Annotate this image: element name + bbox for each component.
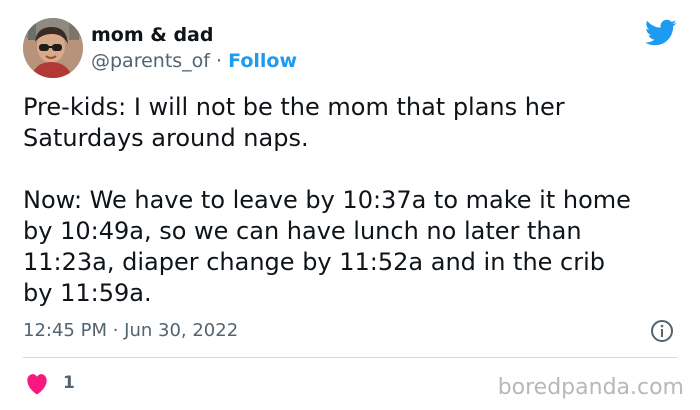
timestamp[interactable]: 12:45 PM · Jun 30, 2022 xyxy=(23,318,238,344)
separator-dot: · xyxy=(216,50,223,72)
info-icon[interactable] xyxy=(650,319,674,343)
handle-row: @parents_of · Follow xyxy=(91,48,297,74)
display-name[interactable]: mom & dad xyxy=(91,22,213,48)
avatar[interactable] xyxy=(23,18,83,78)
watermark: boredpanda.com xyxy=(497,375,684,400)
divider xyxy=(23,357,677,358)
heart-icon[interactable] xyxy=(25,373,49,395)
twitter-bird-icon[interactable] xyxy=(645,19,677,47)
handle[interactable]: @parents_of xyxy=(91,50,210,72)
follow-button[interactable]: Follow xyxy=(228,50,297,72)
tweet-text: Pre-kids: I will not be the mom that pla… xyxy=(23,93,631,307)
like-count[interactable]: 1 xyxy=(63,370,75,396)
